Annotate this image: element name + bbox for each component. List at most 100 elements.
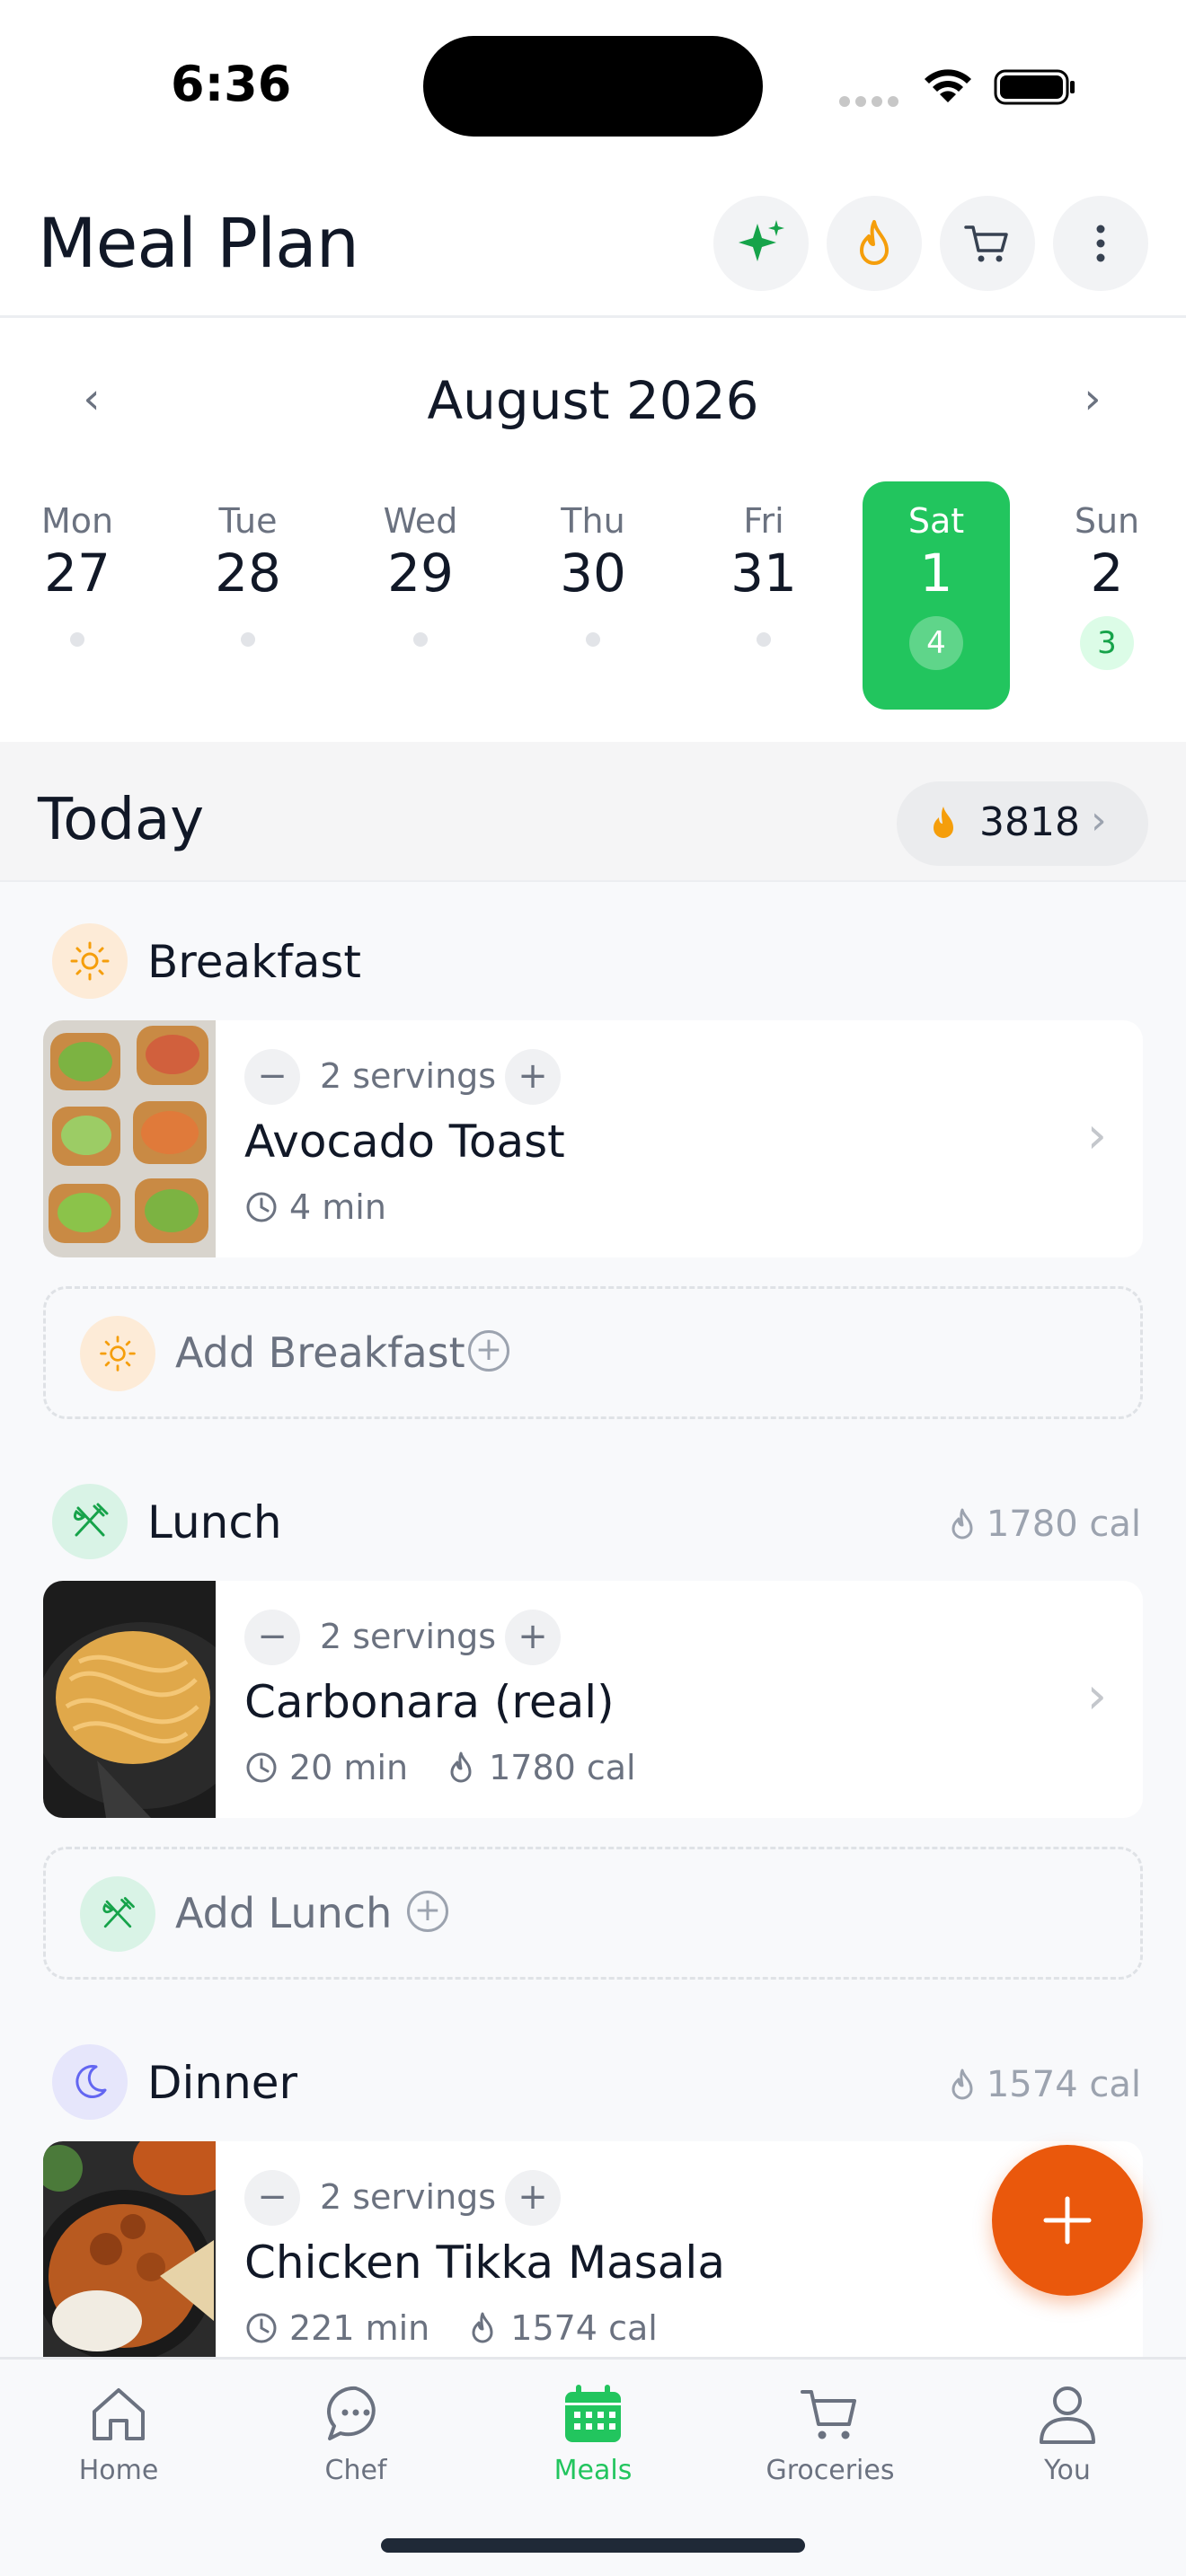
day-number: 1 xyxy=(919,543,953,604)
add-lunch-button[interactable]: Add Lunch + xyxy=(43,1847,1143,1980)
daily-calories-value: 3818 xyxy=(979,799,1080,845)
tab-chef[interactable]: Chef xyxy=(257,2381,455,2507)
day-name: Fri xyxy=(743,501,784,541)
meal-image xyxy=(43,1581,216,1818)
page-title: Meal Plan xyxy=(38,203,359,283)
next-month-button[interactable]: › xyxy=(1066,374,1120,424)
section-calories: 1780 cal xyxy=(947,1504,1141,1545)
decrease-servings-button[interactable]: − xyxy=(244,1049,300,1105)
meal-count-badge: 4 xyxy=(909,616,963,670)
clock-icon xyxy=(246,1752,277,1783)
increase-servings-button[interactable]: + xyxy=(505,1049,561,1105)
sun-icon xyxy=(52,923,128,999)
meal-calories: 1780 cal xyxy=(489,1748,636,1787)
wifi-icon xyxy=(925,69,971,102)
lunch-section-header: Lunch 1780 cal xyxy=(0,1484,1186,1565)
meal-plan-content: Today 3818 › Breakfast − 2 servings + Av… xyxy=(0,742,1186,2357)
add-breakfast-label: Add Breakfast xyxy=(175,1328,465,1377)
status-time: 6:36 xyxy=(171,56,292,112)
servings-label: 2 servings xyxy=(320,1056,497,1096)
add-breakfast-button[interactable]: Add Breakfast + xyxy=(43,1286,1143,1419)
chevron-right-icon: › xyxy=(1086,1107,1107,1165)
day-number: 27 xyxy=(44,543,111,604)
section-calories: 1574 cal xyxy=(947,2064,1141,2105)
calories-button[interactable] xyxy=(827,196,922,291)
utensils-icon xyxy=(52,1484,128,1559)
tab-you[interactable]: You xyxy=(969,2381,1166,2507)
tab-home[interactable]: Home xyxy=(20,2381,217,2507)
chat-icon xyxy=(327,2386,376,2440)
decrease-servings-button[interactable]: − xyxy=(244,2170,300,2226)
today-title: Today xyxy=(38,787,205,853)
prep-time: 20 min xyxy=(289,1748,409,1787)
day-name: Wed xyxy=(383,501,458,541)
day-number: 31 xyxy=(730,543,797,604)
day-fri[interactable]: Fri 31 xyxy=(690,481,837,710)
meal-meta: 4 min xyxy=(244,1187,386,1227)
day-tue[interactable]: Tue 28 xyxy=(174,481,322,710)
section-calories-value: 1574 cal xyxy=(986,2064,1141,2105)
day-sat-selected[interactable]: Sat 1 4 xyxy=(863,481,1010,710)
tab-meals[interactable]: Meals xyxy=(494,2381,692,2507)
increase-servings-button[interactable]: + xyxy=(505,1610,561,1665)
meal-card-avocado-toast[interactable]: − 2 servings + Avocado Toast 4 min › xyxy=(43,1020,1143,1257)
day-wed[interactable]: Wed 29 xyxy=(347,481,494,710)
more-vertical-icon xyxy=(1096,225,1105,262)
day-name: Sun xyxy=(1074,501,1140,541)
tab-groceries[interactable]: Groceries xyxy=(731,2381,929,2507)
user-icon xyxy=(1040,2386,1095,2444)
chevron-right-icon: › xyxy=(1086,1667,1107,1725)
day-thu[interactable]: Thu 30 xyxy=(519,481,667,710)
daily-calories-chip[interactable]: 3818 › xyxy=(897,781,1148,866)
section-title: Breakfast xyxy=(147,936,362,988)
month-label: August 2026 xyxy=(427,370,759,431)
flame-icon xyxy=(450,1751,472,1783)
plus-icon xyxy=(1043,2196,1092,2245)
meal-meta: 20 min 1780 cal xyxy=(244,1748,636,1787)
flame-icon xyxy=(472,2312,493,2343)
calendar-icon xyxy=(565,2385,621,2442)
sun-icon xyxy=(80,1316,155,1391)
day-sun[interactable]: Sun 2 3 xyxy=(1033,481,1181,710)
clock-icon xyxy=(246,2313,277,2343)
day-mon[interactable]: Mon 27 xyxy=(4,481,151,710)
tab-label: Meals xyxy=(553,2455,633,2486)
add-lunch-label: Add Lunch xyxy=(175,1889,393,1937)
day-name: Sat xyxy=(907,501,965,541)
day-indicator-dot xyxy=(241,632,255,647)
dinner-section-header: Dinner 1574 cal xyxy=(0,2044,1186,2125)
meal-card-chicken-tikka-masala[interactable]: − 2 servings + Chicken Tikka Masala 221 … xyxy=(43,2141,1143,2357)
tab-label: Home xyxy=(78,2455,159,2486)
clock-icon xyxy=(246,1192,277,1222)
day-name: Mon xyxy=(40,501,114,541)
flame-icon xyxy=(860,220,889,265)
home-indicator xyxy=(381,2538,805,2553)
meal-image xyxy=(43,1020,216,1257)
plus-circle-icon: + xyxy=(468,1330,509,1372)
meal-name: Avocado Toast xyxy=(244,1116,565,1168)
section-calories-value: 1780 cal xyxy=(986,1504,1141,1545)
header: Meal Plan xyxy=(0,171,1186,318)
moon-icon xyxy=(52,2044,128,2120)
status-bar: 6:36 xyxy=(0,0,1186,171)
grocery-cart-button[interactable] xyxy=(940,196,1035,291)
add-meal-fab[interactable] xyxy=(992,2145,1143,2296)
sparkles-icon xyxy=(739,220,784,261)
meal-name: Carbonara (real) xyxy=(244,1676,615,1728)
increase-servings-button[interactable]: + xyxy=(505,2170,561,2226)
tab-label: Groceries xyxy=(766,2455,895,2486)
meal-card-carbonara[interactable]: − 2 servings + Carbonara (real) 20 min 1… xyxy=(43,1581,1143,1818)
ai-generate-button[interactable] xyxy=(713,196,809,291)
utensils-icon xyxy=(80,1876,155,1952)
week-calendar: ‹ August 2026 › Mon 27 Tue 28 Wed 29 Thu… xyxy=(0,320,1186,742)
section-title: Lunch xyxy=(147,1496,282,1548)
decrease-servings-button[interactable]: − xyxy=(244,1610,300,1665)
flame-icon xyxy=(934,807,953,838)
plus-circle-icon: + xyxy=(407,1891,448,1932)
dynamic-island xyxy=(423,36,763,137)
cart-icon xyxy=(964,225,1008,262)
meal-count-badge: 3 xyxy=(1080,616,1134,670)
more-options-button[interactable] xyxy=(1053,196,1148,291)
section-title: Dinner xyxy=(147,2057,298,2109)
meal-image xyxy=(43,2141,216,2357)
